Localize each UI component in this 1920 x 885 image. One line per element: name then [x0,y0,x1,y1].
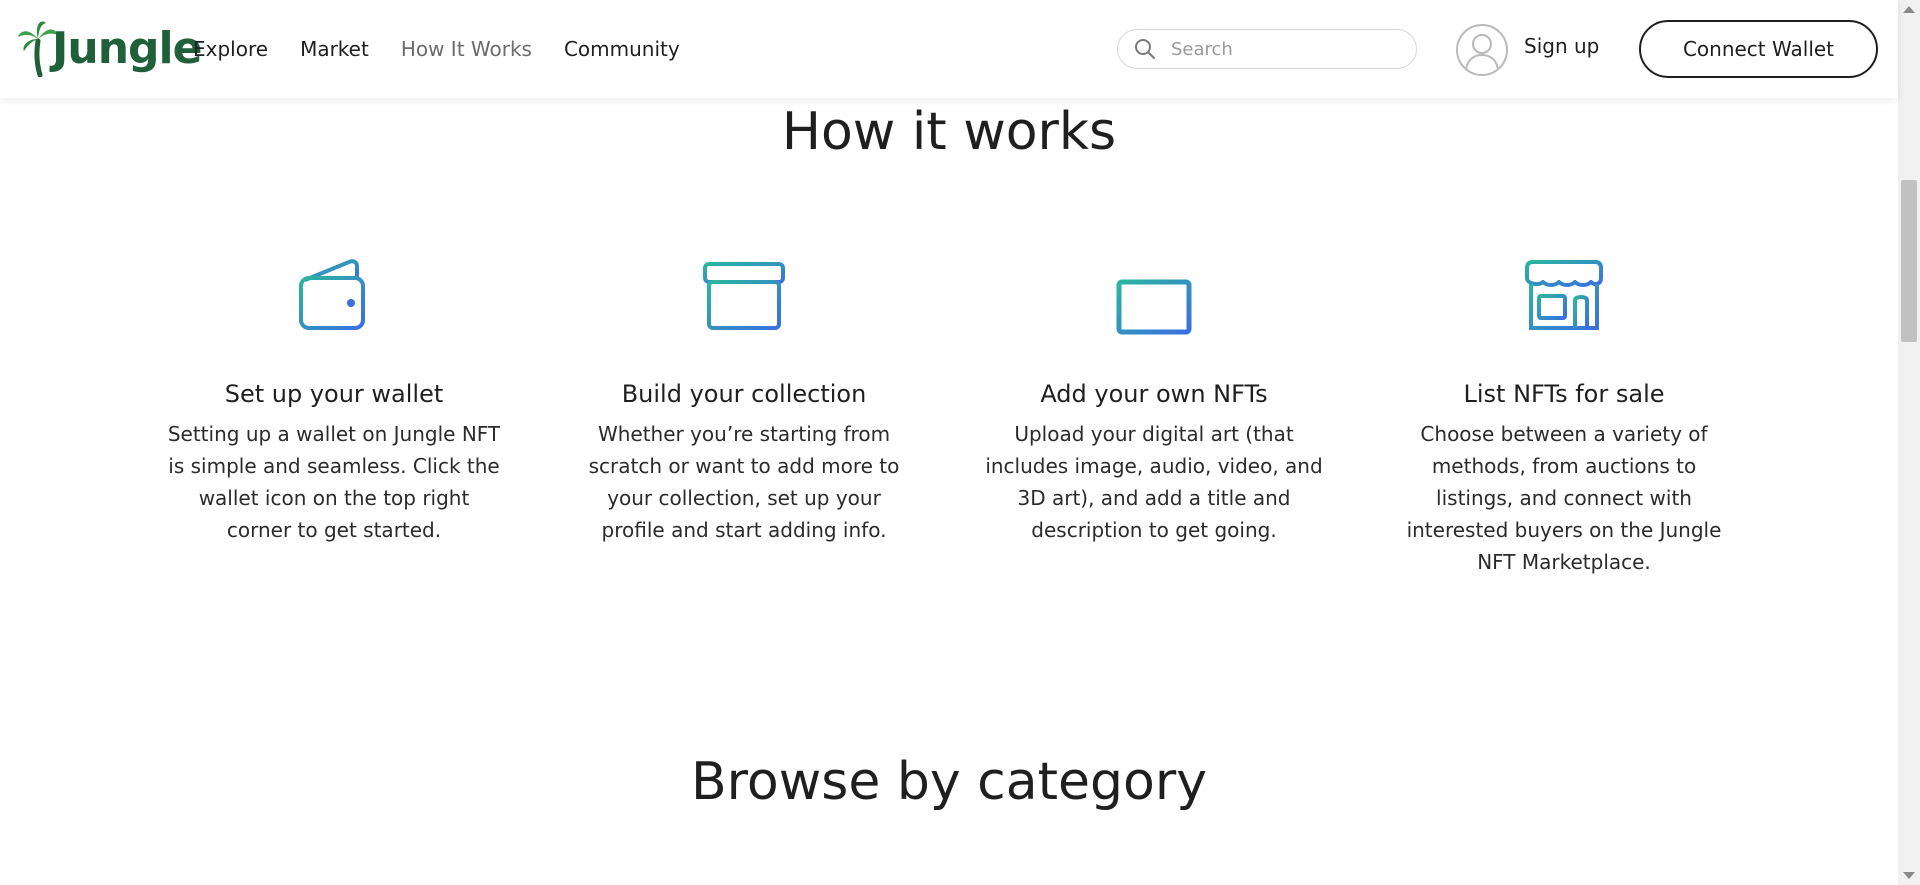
wallet-icon [299,259,365,330]
step-title: Set up your wallet [224,380,444,408]
step-card-list-for-sale: List NFTs for sale Choose between a vari… [1384,250,1744,578]
main-nav: Explore Market How It Works Community [193,0,712,98]
nav-explore[interactable]: Explore [193,37,268,61]
nav-market[interactable]: Market [300,37,369,61]
nav-how-it-works[interactable]: How It Works [401,37,532,61]
step-title: List NFTs for sale [1463,380,1665,408]
step-card-wallet: Set up your wallet Setting up a wallet o… [154,250,514,546]
step-description: Upload your digital art (that includes i… [985,422,1323,542]
search-icon [1133,37,1157,61]
scroll-up-arrow-icon[interactable] [1903,6,1915,13]
nav-community[interactable]: Community [564,37,680,61]
step-card-add-nfts: Add your own NFTs Upload your digital ar… [974,250,1334,546]
step-description: Choose between a variety of methods, fro… [1406,422,1722,574]
step-description: Setting up a wallet on Jungle NFT is sim… [167,422,501,542]
how-it-works-heading: How it works [781,102,1117,162]
add-stack-icon [1116,253,1192,335]
connect-wallet-button[interactable]: Connect Wallet [1639,20,1878,78]
storefront-icon [1525,260,1603,330]
sign-up-link[interactable]: Sign up [1524,34,1599,58]
step-description: Whether you’re starting from scratch or … [588,422,900,542]
search-box[interactable] [1117,29,1417,69]
avatar-icon[interactable] [1456,24,1508,76]
archive-box-icon [703,262,785,330]
logo-text: Jungle [52,22,202,74]
top-navbar: Jungle Explore Market How It Works Commu… [0,0,1898,98]
browse-by-category-heading: Browse by category [691,752,1207,812]
page-scrollbar[interactable] [1898,0,1920,885]
step-title: Build your collection [621,380,867,408]
step-title: Add your own NFTs [1040,380,1268,408]
search-input[interactable] [1171,38,1391,60]
step-card-collection: Build your collection Whether you’re sta… [564,250,924,546]
scroll-thumb[interactable] [1901,180,1917,342]
scroll-down-arrow-icon[interactable] [1903,872,1915,879]
jungle-logo[interactable]: Jungle [18,18,202,78]
